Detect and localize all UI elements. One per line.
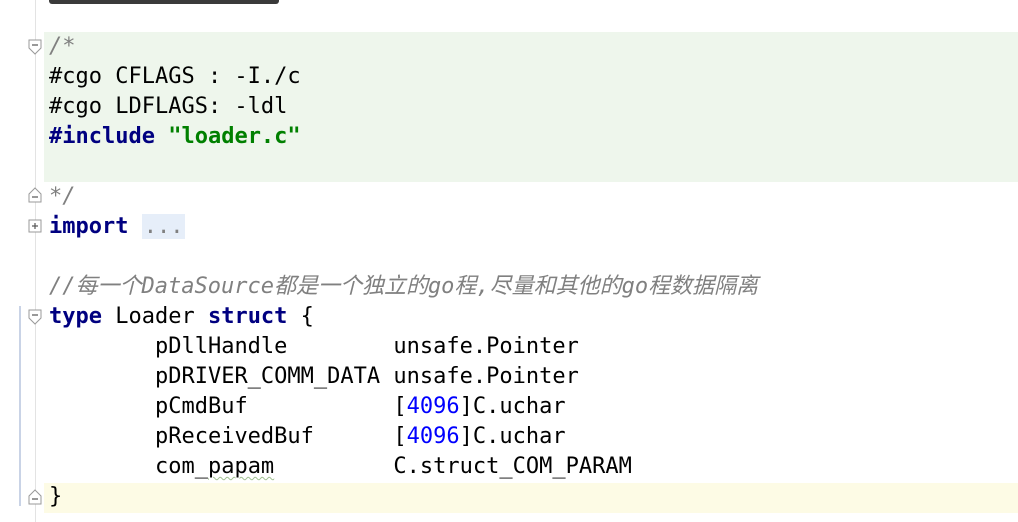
- padding: [380, 364, 393, 389]
- field-type: C.struct_COM_PARAM: [393, 454, 632, 479]
- include-directive: #include: [49, 124, 155, 149]
- line-comment: //每一个DataSource都是一个独立的go程,尽量和其他的go程数据隔离: [49, 274, 759, 299]
- cut-off-previous-line-fragment: [49, 0, 279, 4]
- code-line[interactable]: type Loader struct {: [49, 302, 1018, 332]
- code-line-empty[interactable]: [49, 152, 1018, 182]
- fold-start-icon[interactable]: [27, 38, 43, 56]
- array-close-bracket: ]: [459, 424, 473, 449]
- code-line[interactable]: }: [49, 482, 1018, 512]
- close-brace: }: [49, 484, 63, 509]
- include-path-string: "loader.c": [168, 124, 301, 149]
- array-open-bracket: [: [393, 394, 407, 419]
- code-line[interactable]: import ...: [49, 212, 1018, 242]
- type-keyword: type: [49, 304, 102, 329]
- field-name-typo-warning: papam: [207, 454, 275, 479]
- cgo-cflags-directive: #cgo CFLAGS : -I./c: [49, 64, 301, 89]
- fold-end-icon[interactable]: [27, 488, 43, 506]
- code-line[interactable]: //每一个DataSource都是一个独立的go程,尽量和其他的go程数据隔离: [49, 272, 1018, 302]
- struct-field-line[interactable]: pDRIVER_COMM_DATA unsafe.Pointer: [49, 362, 1018, 392]
- padding: [287, 334, 393, 359]
- struct-field-line[interactable]: pCmdBuf [4096]C.uchar: [49, 392, 1018, 422]
- type-name: Loader: [101, 304, 208, 329]
- code-line[interactable]: #cgo LDFLAGS: -ldl: [49, 92, 1018, 122]
- gutter-divider: [35, 0, 36, 522]
- code-line[interactable]: #cgo CFLAGS : -I./c: [49, 62, 1018, 92]
- code-line[interactable]: #include "loader.c": [49, 122, 1018, 152]
- fold-end-icon[interactable]: [27, 186, 43, 204]
- padding: [314, 424, 393, 449]
- struct-field-line[interactable]: pReceivedBuf [4096]C.uchar: [49, 422, 1018, 452]
- array-length: 4096: [406, 394, 460, 419]
- struct-field-line[interactable]: pDllHandle unsafe.Pointer: [49, 332, 1018, 362]
- fold-start-icon[interactable]: [27, 308, 43, 326]
- editor-gutter: [0, 0, 44, 522]
- array-length: 4096: [406, 424, 460, 449]
- struct-scope-indicator: [19, 306, 21, 506]
- block-comment-close: */: [49, 184, 76, 209]
- struct-field-line[interactable]: com_papam C.struct_COM_PARAM: [49, 452, 1018, 482]
- code-editor[interactable]: /* #cgo CFLAGS : -I./c #cgo LDFLAGS: -ld…: [0, 0, 1018, 522]
- field-name: pReceivedBuf: [154, 424, 314, 449]
- open-brace: {: [287, 304, 314, 329]
- field-name-prefix: com_: [154, 454, 208, 479]
- fold-expand-icon[interactable]: [27, 218, 43, 236]
- block-comment-open: /*: [49, 34, 76, 59]
- cgo-ldflags-directive: #cgo LDFLAGS: -ldl: [49, 94, 288, 119]
- import-keyword: import: [49, 214, 129, 239]
- padding: [274, 454, 393, 479]
- padding: [248, 394, 394, 419]
- field-type: unsafe.Pointer: [393, 364, 579, 389]
- folded-import-placeholder[interactable]: ...: [141, 214, 186, 239]
- code-line[interactable]: /*: [49, 32, 1018, 62]
- field-name: pDllHandle: [154, 334, 288, 359]
- struct-keyword: struct: [207, 304, 288, 329]
- field-type: unsafe.Pointer: [393, 334, 579, 359]
- array-close-bracket: ]: [459, 394, 473, 419]
- field-type: C.uchar: [472, 394, 566, 419]
- array-open-bracket: [: [393, 424, 407, 449]
- code-line[interactable]: */: [49, 182, 1018, 212]
- field-type: C.uchar: [472, 424, 566, 449]
- code-line-empty[interactable]: [49, 242, 1018, 272]
- code-lines[interactable]: /* #cgo CFLAGS : -I./c #cgo LDFLAGS: -ld…: [49, 32, 1018, 512]
- field-name: pCmdBuf: [154, 394, 248, 419]
- field-name: pDRIVER_COMM_DATA: [154, 364, 381, 389]
